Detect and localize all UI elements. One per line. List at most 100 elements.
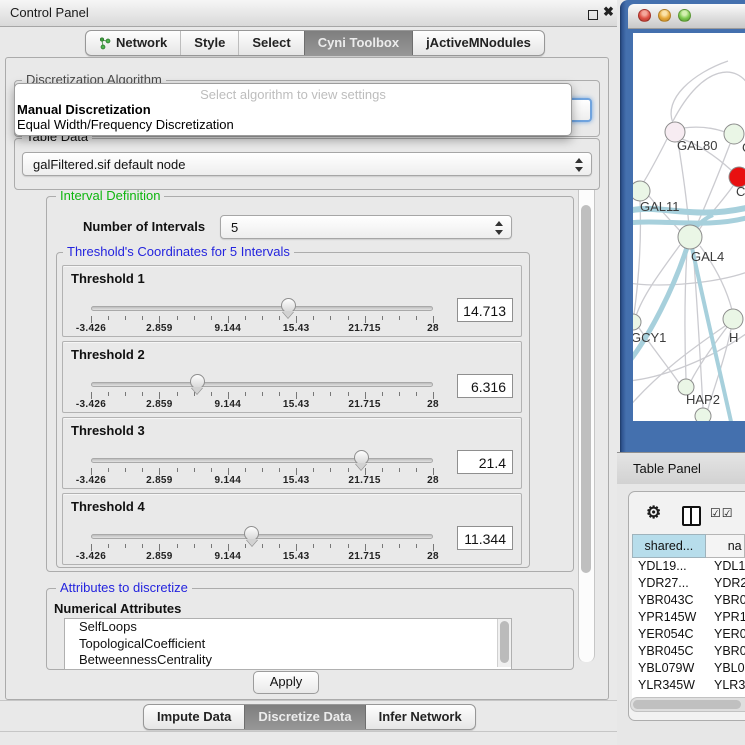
slider-thumb-icon[interactable] <box>281 298 296 319</box>
table-panel-title: Table Panel <box>633 461 701 476</box>
table-cell-shared-name[interactable]: YDR27... <box>632 575 709 592</box>
tick-label: 9.144 <box>215 323 242 334</box>
table-cell-name[interactable]: YBR0 <box>709 643 745 660</box>
tab-style[interactable]: Style <box>180 31 238 55</box>
attribute-list-item[interactable]: SelfLoops <box>65 619 511 636</box>
divider <box>0 731 617 732</box>
table-cell-name[interactable]: YBR0 <box>709 592 745 609</box>
threshold-value-field[interactable]: 6.316 <box>457 374 513 398</box>
horizontal-scrollbar[interactable] <box>630 697 745 712</box>
node[interactable] <box>724 124 744 144</box>
table-cell-shared-name[interactable]: YER054C <box>632 626 709 643</box>
tab-discretize-data[interactable]: Discretize Data <box>244 705 364 729</box>
slider-thumb-icon[interactable] <box>190 374 205 395</box>
slider-tick-labels: -3.4262.8599.14415.4321.71528 <box>91 399 434 411</box>
table-cell-name[interactable]: YER0 <box>709 626 745 643</box>
threshold-value-field[interactable]: 11.344 <box>457 526 513 550</box>
split-column-icon[interactable] <box>682 506 701 526</box>
slider-track[interactable] <box>91 306 433 311</box>
checkbox-icons[interactable]: ☑☑ <box>710 506 734 520</box>
tab-label: Cyni Toolbox <box>318 31 399 55</box>
table-row[interactable]: YPR145WYPR1 <box>632 609 745 626</box>
table-cell-shared-name[interactable]: YBR043C <box>632 592 709 609</box>
tick-label: 21.715 <box>348 399 380 410</box>
table-data-combobox[interactable]: galFiltered.sif default node <box>22 152 592 176</box>
tab-cyni-toolbox[interactable]: Cyni Toolbox <box>304 31 412 55</box>
tab-jactivemnodules[interactable]: jActiveMNodules <box>412 31 544 55</box>
table-cell-name[interactable]: YDL1 <box>709 558 745 575</box>
table-cell-name[interactable]: YDR2 <box>709 575 745 592</box>
table-cell-shared-name[interactable]: YPR145W <box>632 609 709 626</box>
threshold-slider[interactable]: -3.4262.8599.14415.4321.71528 <box>63 418 453 488</box>
gear-icon[interactable]: ⚙ <box>646 503 661 523</box>
divider <box>0 700 617 701</box>
number-of-intervals-label: Number of Intervals <box>83 219 205 234</box>
table-cell-shared-name[interactable]: YDL19... <box>632 558 709 575</box>
tab-network[interactable]: Network <box>86 31 180 55</box>
table-row[interactable]: YBL079WYBL0 <box>632 660 745 677</box>
threshold-value-field[interactable]: 14.713 <box>457 298 513 322</box>
slider-track[interactable] <box>91 382 433 387</box>
threshold-value-field[interactable]: 21.4 <box>457 450 513 474</box>
table-cell-shared-name[interactable]: YLR345W <box>632 677 709 694</box>
table-cell-shared-name[interactable]: YBL079W <box>632 660 709 677</box>
slider-track[interactable] <box>91 534 433 539</box>
table-cell-name[interactable]: YLR3 <box>709 677 745 694</box>
apply-button[interactable]: Apply <box>253 671 319 694</box>
table-row[interactable]: YBR043CYBR0 <box>632 592 745 609</box>
tick-label: -3.426 <box>76 399 106 410</box>
node[interactable] <box>723 309 743 329</box>
table-cell-name[interactable]: YBL0 <box>709 660 745 677</box>
network-window-titlebar[interactable] <box>628 4 745 29</box>
tab-select[interactable]: Select <box>238 31 303 55</box>
threshold-slider[interactable]: -3.4262.8599.14415.4321.71528 <box>63 266 453 336</box>
numerical-attributes-list[interactable]: SelfLoopsTopologicalCoefficientBetweenne… <box>64 618 512 670</box>
node-gal4[interactable] <box>678 225 702 249</box>
node-gcy1[interactable] <box>633 314 641 330</box>
attribute-list-item[interactable]: TopologicalCoefficient <box>65 636 511 653</box>
close-icon[interactable]: ✖ <box>603 4 614 20</box>
list-scrollbar-thumb[interactable] <box>500 621 509 663</box>
network-canvas[interactable]: GAL80GGAL11CGAL4GCY1HHAP2 <box>633 33 745 421</box>
list-scrollbar[interactable] <box>497 619 511 667</box>
node[interactable] <box>695 408 711 421</box>
algorithm-option-equal-width[interactable]: Equal Width/Frequency Discretization <box>17 117 234 132</box>
tab-label: Network <box>116 31 167 55</box>
attribute-list-item[interactable]: BetweennessCentrality <box>65 652 511 669</box>
close-traffic-light-icon[interactable] <box>638 9 651 22</box>
zoom-traffic-light-icon[interactable] <box>678 9 691 22</box>
table-cell-name[interactable]: YPR1 <box>709 609 745 626</box>
tick-label: -3.426 <box>76 323 106 334</box>
algorithm-option-manual[interactable]: Manual Discretization <box>17 102 151 117</box>
table-row[interactable]: YDR27...YDR2 <box>632 575 745 592</box>
window-title: Control Panel <box>10 5 89 20</box>
table-row[interactable]: YER054CYER0 <box>632 626 745 643</box>
node-gal11[interactable] <box>633 181 650 201</box>
tick-label: 9.144 <box>215 399 242 410</box>
control-panel-window: Control Panel ✖ Network Style Select Cyn… <box>0 0 617 745</box>
slider-track[interactable] <box>91 458 433 463</box>
network-icon <box>99 37 111 50</box>
tick-label: 2.859 <box>146 475 173 486</box>
minimize-traffic-light-icon[interactable] <box>658 9 671 22</box>
table-row[interactable]: YLR345WYLR3 <box>632 677 745 694</box>
panel-scrollbar-thumb[interactable] <box>581 205 591 573</box>
horizontal-scrollbar-thumb[interactable] <box>633 700 741 709</box>
slider-tick-labels: -3.4262.8599.14415.4321.71528 <box>91 323 434 335</box>
threshold-panel: Threshold 2 -3.4262.8599.14415.4321.7152… <box>62 341 522 413</box>
tab-infer-network[interactable]: Infer Network <box>365 705 475 729</box>
table-row[interactable]: YBR045CYBR0 <box>632 643 745 660</box>
table-row[interactable]: YDL19...YDL1 <box>632 558 745 575</box>
tab-impute-data[interactable]: Impute Data <box>144 705 244 729</box>
threshold-slider[interactable]: -3.4262.8599.14415.4321.71528 <box>63 342 453 412</box>
slider-thumb-icon[interactable] <box>354 450 369 471</box>
column-header-name[interactable]: na <box>706 534 745 558</box>
float-window-icon[interactable] <box>588 10 598 20</box>
table-cell-shared-name[interactable]: YBR045C <box>632 643 709 660</box>
threshold-panel: Threshold 1 -3.4262.8599.14415.4321.7152… <box>62 265 522 337</box>
column-header-shared-name[interactable]: shared... <box>632 534 706 558</box>
slider-thumb-icon[interactable] <box>244 526 259 547</box>
number-of-intervals-combobox[interactable]: 5 <box>220 215 512 239</box>
threshold-slider[interactable]: -3.4262.8599.14415.4321.71528 <box>63 494 453 564</box>
tick-label: 28 <box>427 323 439 334</box>
